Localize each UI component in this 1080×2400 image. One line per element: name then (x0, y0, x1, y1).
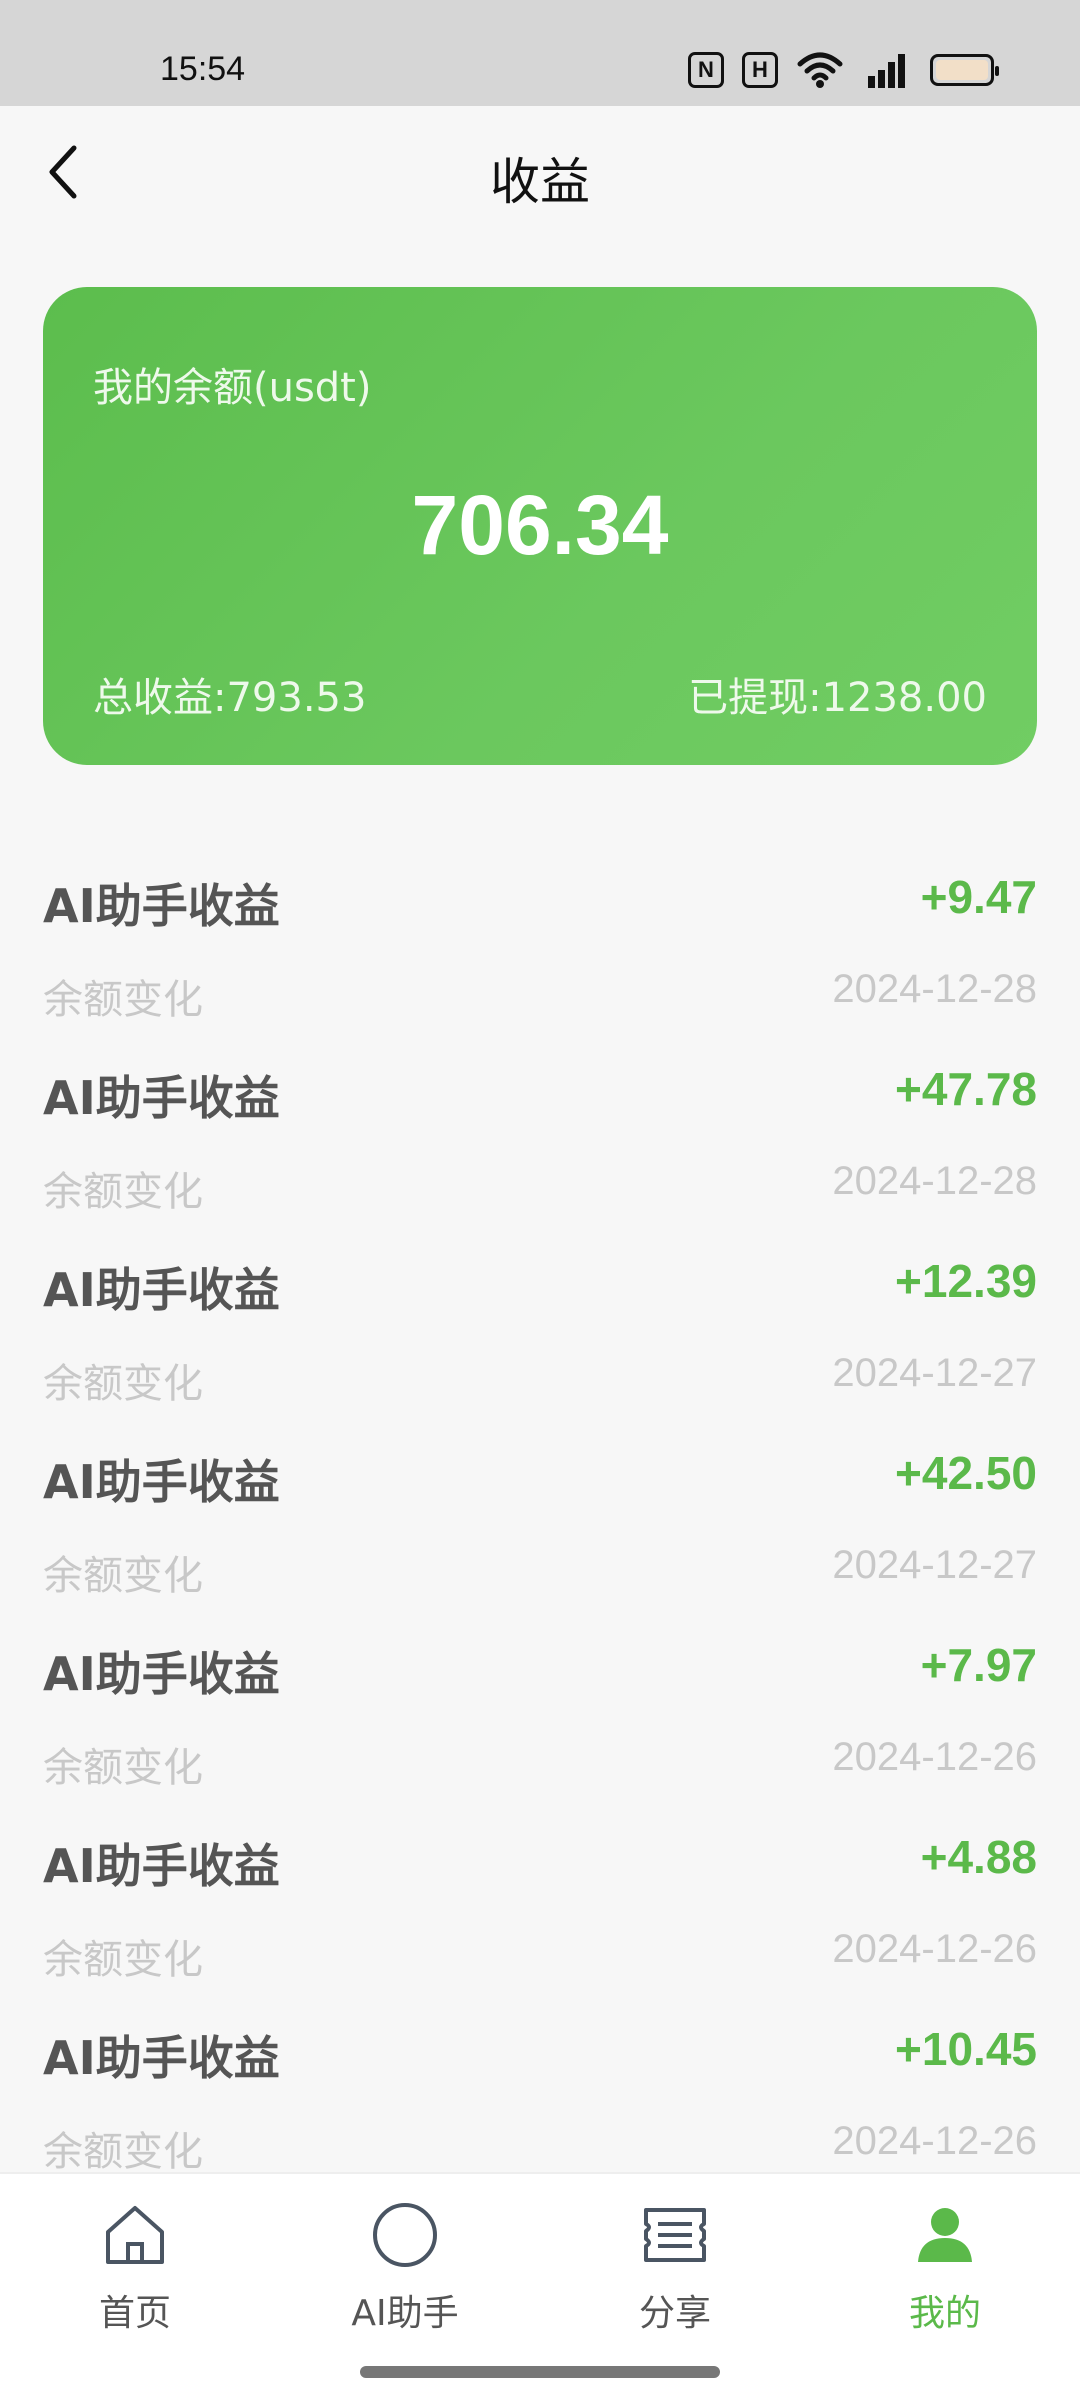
battery-level (936, 60, 988, 80)
item-title: AI助手收益 (43, 1839, 280, 1893)
item-subtitle: 余额变化 (43, 1937, 203, 1983)
item-subtitle: 余额变化 (43, 977, 203, 1023)
item-amount: +42.50 (895, 1447, 1037, 1499)
balance-card: 我的余额(usdt) 706.34 总收益:793.53 已提现:1238.00 (43, 287, 1037, 765)
item-date: 2024-12-28 (832, 1159, 1037, 1203)
item-title: AI助手收益 (43, 879, 280, 933)
transaction-list: AI助手收益 +9.47 余额变化 2024-12-28 AI助手收益 +47.… (43, 860, 1037, 2204)
list-item[interactable]: AI助手收益 +7.97 余额变化 2024-12-26 (43, 1628, 1037, 1820)
item-date: 2024-12-26 (832, 1735, 1037, 1779)
item-title: AI助手收益 (43, 1455, 280, 1509)
home-icon (106, 2206, 164, 2264)
header: 收益 (0, 106, 1080, 238)
item-amount: +9.47 (920, 871, 1037, 923)
hd-icon: H (742, 52, 778, 88)
item-date: 2024-12-28 (832, 967, 1037, 1011)
item-date: 2024-12-26 (832, 1927, 1037, 1971)
item-amount: +47.78 (895, 1063, 1037, 1115)
home-indicator[interactable] (360, 2366, 720, 2378)
circle-icon (373, 2203, 437, 2267)
tab-share[interactable]: 分享 (585, 2200, 765, 2336)
item-date: 2024-12-27 (832, 1543, 1037, 1587)
balance-label: 我的余额(usdt) (93, 365, 372, 411)
status-icons: N H (688, 48, 999, 92)
list-item[interactable]: AI助手收益 +9.47 余额变化 2024-12-28 (43, 860, 1037, 1052)
tab-label: AI助手 (351, 2293, 459, 2334)
item-amount: +12.39 (895, 1255, 1037, 1307)
wifi-icon (797, 52, 843, 88)
battery-icon (930, 54, 999, 86)
list-item[interactable]: AI助手收益 +4.88 余额变化 2024-12-26 (43, 1820, 1037, 2012)
tab-label: 我的 (908, 2293, 981, 2334)
item-title: AI助手收益 (43, 2031, 280, 2085)
item-amount: +4.88 (920, 1831, 1037, 1883)
ticket-icon (644, 2208, 706, 2262)
item-subtitle: 余额变化 (43, 1553, 203, 1599)
item-subtitle: 余额变化 (43, 1745, 203, 1791)
signal-4g-icon (868, 54, 905, 88)
tab-home[interactable]: 首页 (45, 2200, 225, 2336)
tab-label: 分享 (638, 2293, 711, 2334)
item-subtitle: 余额变化 (43, 1169, 203, 1215)
list-item[interactable]: AI助手收益 +42.50 余额变化 2024-12-27 (43, 1436, 1037, 1628)
item-subtitle: 余额变化 (43, 2129, 203, 2175)
list-item[interactable]: AI助手收益 +47.78 余额变化 2024-12-28 (43, 1052, 1037, 1244)
nfc-icon: N (688, 52, 724, 88)
list-item[interactable]: AI助手收益 +12.39 余额变化 2024-12-27 (43, 1244, 1037, 1436)
tab-label: 首页 (98, 2293, 171, 2334)
item-title: AI助手收益 (43, 1071, 280, 1125)
balance-amount: 706.34 (411, 478, 669, 572)
item-title: AI助手收益 (43, 1263, 280, 1317)
item-subtitle: 余额变化 (43, 1361, 203, 1407)
tab-mine[interactable]: 我的 (855, 2200, 1035, 2336)
status-time: 15:54 (160, 50, 246, 88)
item-date: 2024-12-26 (832, 2119, 1037, 2163)
total-income: 总收益:793.53 (93, 675, 367, 721)
item-amount: +7.97 (920, 1639, 1037, 1691)
page-title: 收益 (490, 153, 590, 211)
tab-ai-assistant[interactable]: AI助手 (315, 2200, 495, 2336)
item-date: 2024-12-27 (832, 1351, 1037, 1395)
user-icon (918, 2208, 972, 2262)
item-amount: +10.45 (895, 2023, 1037, 2075)
item-title: AI助手收益 (43, 1647, 280, 1701)
withdrawn-amount: 已提现:1238.00 (688, 675, 987, 721)
status-bar: 15:54 N H (0, 0, 1080, 106)
